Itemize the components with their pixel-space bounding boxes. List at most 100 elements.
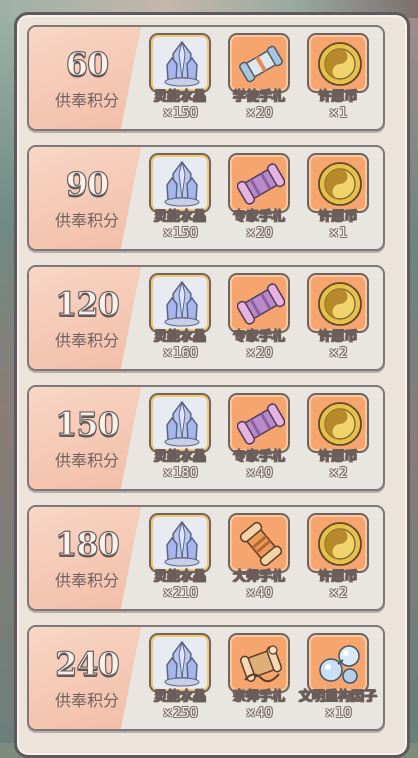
item-quantity: ×180: [162, 466, 198, 481]
item-quantity: ×2: [328, 466, 348, 481]
item-quantity: ×250: [162, 706, 198, 721]
reward-item[interactable]: 灵能水晶 ×150: [149, 153, 211, 247]
item-quantity: ×20: [245, 346, 273, 361]
item-name: 灵能水晶: [153, 689, 207, 705]
item-frame: [149, 633, 211, 693]
item-frame: [307, 633, 369, 693]
master-scroll-icon: [237, 520, 285, 568]
item-quantity: ×2: [328, 346, 348, 361]
wish-coin-icon: [316, 400, 364, 448]
item-quantity: ×40: [245, 706, 273, 721]
reward-item[interactable]: 学徒手札 ×20: [228, 33, 290, 127]
crystal-icon: [158, 40, 206, 88]
tier-points-label: 供奉积分: [54, 571, 119, 590]
item-quantity: ×210: [162, 586, 198, 601]
item-name: 专家手札: [232, 449, 286, 465]
item-name: 大师手札: [232, 569, 286, 585]
item-frame: [228, 273, 290, 333]
item-quantity: ×40: [245, 466, 273, 481]
tier-points: 180: [54, 524, 120, 563]
item-frame: [149, 273, 211, 333]
item-frame: [307, 513, 369, 573]
item-name: 文明重构因子: [298, 689, 378, 705]
item-frame: [228, 393, 290, 453]
reward-item[interactable]: 灵能水晶 ×210: [149, 513, 211, 607]
reward-item[interactable]: 专家手札 ×20: [228, 273, 290, 367]
reward-tier-row: 180 供奉积分 灵能水晶 ×210 大师手札 ×40 许愿币 ×2: [27, 505, 385, 611]
item-frame: [307, 393, 369, 453]
tier-points: 60: [65, 44, 110, 83]
reward-tier-row: 60 供奉积分 灵能水晶 ×150 学徒手札 ×20 许愿币 ×1: [27, 25, 385, 131]
crystal-icon: [158, 520, 206, 568]
tier-points: 150: [54, 404, 120, 443]
scroll-icon: [237, 40, 285, 88]
tier-points: 240: [54, 644, 120, 683]
reward-item[interactable]: 许愿币 ×1: [307, 153, 369, 247]
item-quantity: ×40: [245, 586, 273, 601]
item-frame: [307, 273, 369, 333]
reward-item[interactable]: 专家手札 ×40: [228, 393, 290, 487]
item-frame: [228, 153, 290, 213]
item-name: 灵能水晶: [153, 449, 207, 465]
item-name: 灵能水晶: [153, 569, 207, 585]
item-frame: [307, 153, 369, 213]
reward-item[interactable]: 许愿币 ×2: [307, 273, 369, 367]
tier-points-label: 供奉积分: [54, 211, 119, 230]
item-quantity: ×160: [162, 346, 198, 361]
reward-item[interactable]: 文明重构因子 ×10: [299, 633, 377, 727]
reward-tier-row: 90 供奉积分 灵能水晶 ×150 专家手札 ×20 许愿币 ×1: [27, 145, 385, 251]
reward-tier-row: 240 供奉积分 灵能水晶 ×250 宗师手札 ×40 文明重构因子 ×10: [27, 625, 385, 731]
item-quantity: ×20: [245, 106, 273, 121]
item-frame: [228, 633, 290, 693]
item-frame: [149, 393, 211, 453]
crystal-icon: [158, 400, 206, 448]
item-name: 许愿币: [318, 89, 358, 105]
crystal-icon: [158, 640, 206, 688]
civilization-factor-icon: [316, 640, 364, 688]
expert-scroll-icon: [237, 280, 285, 328]
reward-item[interactable]: 灵能水晶 ×150: [149, 33, 211, 127]
item-name: 专家手札: [232, 329, 286, 345]
item-name: 学徒手札: [232, 89, 286, 105]
reward-item[interactable]: 宗师手札 ×40: [228, 633, 290, 727]
reward-item[interactable]: 专家手札 ×20: [228, 153, 290, 247]
reward-item[interactable]: 大师手札 ×40: [228, 513, 290, 607]
wish-coin-icon: [316, 40, 364, 88]
item-quantity: ×2: [328, 586, 348, 601]
item-name: 许愿币: [318, 449, 358, 465]
tier-points-label: 供奉积分: [54, 331, 119, 350]
tier-points-label: 供奉积分: [54, 691, 119, 710]
item-frame: [307, 33, 369, 93]
reward-item[interactable]: 灵能水晶 ×250: [149, 633, 211, 727]
item-name: 灵能水晶: [153, 89, 207, 105]
item-quantity: ×150: [162, 226, 198, 241]
wish-coin-icon: [316, 520, 364, 568]
grandmaster-scroll-icon: [237, 640, 285, 688]
item-name: 专家手札: [232, 209, 286, 225]
item-frame: [149, 153, 211, 213]
reward-item[interactable]: 许愿币 ×2: [307, 393, 369, 487]
wish-coin-icon: [316, 160, 364, 208]
tier-points-label: 供奉积分: [54, 451, 119, 470]
item-name: 许愿币: [318, 569, 358, 585]
reward-item[interactable]: 许愿币 ×1: [307, 33, 369, 127]
item-quantity: ×1: [328, 106, 348, 121]
reward-item[interactable]: 许愿币 ×2: [307, 513, 369, 607]
reward-item[interactable]: 灵能水晶 ×180: [149, 393, 211, 487]
item-name: 宗师手札: [232, 689, 286, 705]
tier-points: 120: [54, 284, 120, 323]
wish-coin-icon: [316, 280, 364, 328]
item-name: 灵能水晶: [153, 209, 207, 225]
expert-scroll-icon: [237, 160, 285, 208]
item-name: 灵能水晶: [153, 329, 207, 345]
item-frame: [149, 513, 211, 573]
reward-item[interactable]: 灵能水晶 ×160: [149, 273, 211, 367]
crystal-icon: [158, 160, 206, 208]
reward-tier-row: 150 供奉积分 灵能水晶 ×180 专家手札 ×40 许愿币 ×2: [27, 385, 385, 491]
item-quantity: ×10: [324, 706, 352, 721]
tier-points-label: 供奉积分: [54, 91, 119, 110]
tier-points: 90: [65, 164, 110, 203]
item-frame: [228, 513, 290, 573]
item-frame: [149, 33, 211, 93]
crystal-icon: [158, 280, 206, 328]
